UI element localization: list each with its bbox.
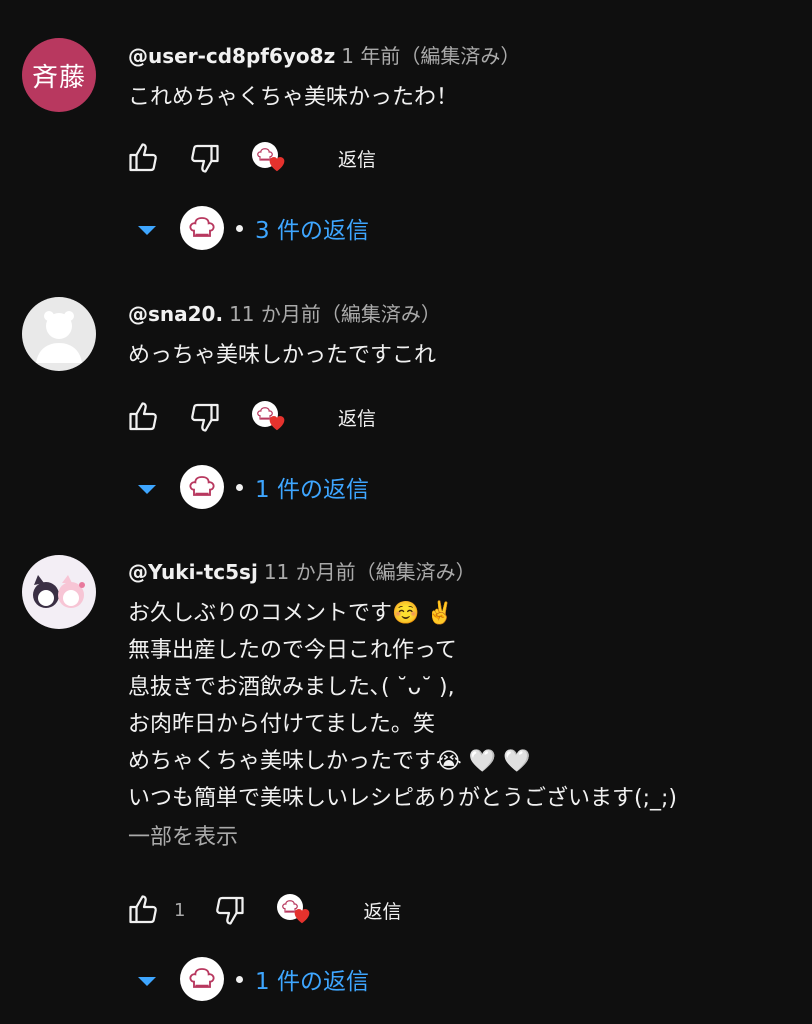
reply-button[interactable]: 返信 bbox=[338, 145, 376, 172]
comment-actions: 返信 bbox=[124, 138, 376, 178]
separator-dot bbox=[236, 975, 243, 983]
reply-button[interactable]: 返信 bbox=[363, 897, 401, 924]
avatar-initials: 斉藤 bbox=[31, 62, 86, 93]
avatar[interactable]: 斉藤 bbox=[22, 38, 96, 112]
creator-heart-icon bbox=[250, 397, 290, 437]
like-button[interactable] bbox=[124, 140, 164, 176]
creator-avatar bbox=[180, 206, 224, 250]
view-replies-button[interactable]: 3 件の返信 bbox=[138, 203, 369, 253]
comment-line: めちゃくちゃ美味しかったです😭 🤍 🤍 bbox=[128, 749, 531, 774]
dislike-button[interactable] bbox=[184, 399, 224, 435]
reply-button[interactable]: 返信 bbox=[338, 404, 376, 431]
comment-text: めっちゃ美味しかったですこれ bbox=[128, 337, 792, 374]
chevron-down-icon bbox=[138, 976, 156, 986]
comment-header: @user-cd8pf6yo8z 1 年前（編集済み） bbox=[128, 43, 792, 69]
default-avatar-icon bbox=[36, 311, 82, 363]
dislike-button[interactable] bbox=[209, 892, 249, 928]
comment-timestamp[interactable]: 1 年前（編集済み） bbox=[341, 44, 520, 68]
comment-line: いつも簡単で美味しいレシピありがとうございます(;_;) bbox=[128, 786, 677, 811]
comment-text: お久しぶりのコメントです☺️ ✌️ 無事出産したので今日これ作って 息抜きでお酒… bbox=[128, 595, 792, 817]
like-button[interactable] bbox=[124, 399, 164, 435]
replies-count[interactable]: 1 件の返信 bbox=[255, 470, 369, 504]
like-button[interactable] bbox=[124, 892, 164, 928]
creator-avatar bbox=[180, 465, 224, 509]
thumbs-down-icon bbox=[191, 403, 219, 432]
creator-heart-icon bbox=[275, 890, 315, 930]
comment-line: 息抜きでお酒飲みました､( ˘ᴗ˘ ), bbox=[128, 675, 455, 700]
comment-line: めっちゃ美味しかったですこれ bbox=[128, 343, 437, 368]
comment-line: お肉昨日から付けてました。笑 bbox=[128, 712, 435, 737]
heart-icon bbox=[295, 909, 310, 924]
thumbs-up-icon bbox=[129, 143, 157, 172]
comment-timestamp[interactable]: 11 か月前（編集済み） bbox=[264, 560, 476, 584]
dislike-button[interactable] bbox=[184, 140, 224, 176]
separator-dot bbox=[236, 483, 243, 491]
comment-author[interactable]: @user-cd8pf6yo8z bbox=[128, 44, 335, 68]
avatar[interactable] bbox=[22, 555, 96, 629]
thumbs-down-icon bbox=[216, 896, 245, 925]
comment-line: 無事出産したので今日これ作って bbox=[128, 638, 457, 663]
comment-author[interactable]: @Yuki-tc5sj bbox=[128, 560, 258, 584]
comment-header: @sna20. 11 か月前（編集済み） bbox=[128, 301, 792, 327]
thumbs-up-icon bbox=[129, 402, 157, 431]
heart-icon bbox=[269, 416, 285, 431]
creator-avatar bbox=[180, 957, 224, 1001]
replies-count[interactable]: 1 件の返信 bbox=[255, 962, 369, 996]
comment-line: これめちゃくちゃ美味かったわ！ bbox=[128, 85, 459, 110]
view-replies-button[interactable]: 1 件の返信 bbox=[138, 954, 369, 1004]
comment-line: お久しぶりのコメントです☺️ ✌️ bbox=[128, 601, 454, 626]
view-replies-button[interactable]: 1 件の返信 bbox=[138, 462, 369, 512]
comment-actions: 1 返信 bbox=[124, 890, 401, 930]
comment-actions: 返信 bbox=[124, 397, 376, 437]
comment-timestamp[interactable]: 11 か月前（編集済み） bbox=[229, 302, 441, 326]
comment-text: これめちゃくちゃ美味かったわ！ bbox=[128, 79, 792, 116]
separator-dot bbox=[236, 224, 243, 232]
comment-header: @Yuki-tc5sj 11 か月前（編集済み） bbox=[128, 559, 792, 585]
thumbs-down-icon bbox=[191, 144, 219, 173]
chevron-down-icon bbox=[138, 484, 156, 494]
character-avatar-icon bbox=[33, 575, 85, 608]
like-count: 1 bbox=[174, 899, 186, 921]
creator-heart-icon bbox=[250, 138, 290, 178]
chevron-down-icon bbox=[138, 225, 156, 235]
replies-count[interactable]: 3 件の返信 bbox=[255, 211, 369, 245]
show-less-button[interactable]: 一部を表示 bbox=[128, 823, 792, 853]
comment-author[interactable]: @sna20. bbox=[128, 302, 223, 326]
heart-icon bbox=[269, 157, 285, 172]
avatar[interactable] bbox=[22, 297, 96, 371]
thumbs-up-icon bbox=[129, 895, 157, 924]
